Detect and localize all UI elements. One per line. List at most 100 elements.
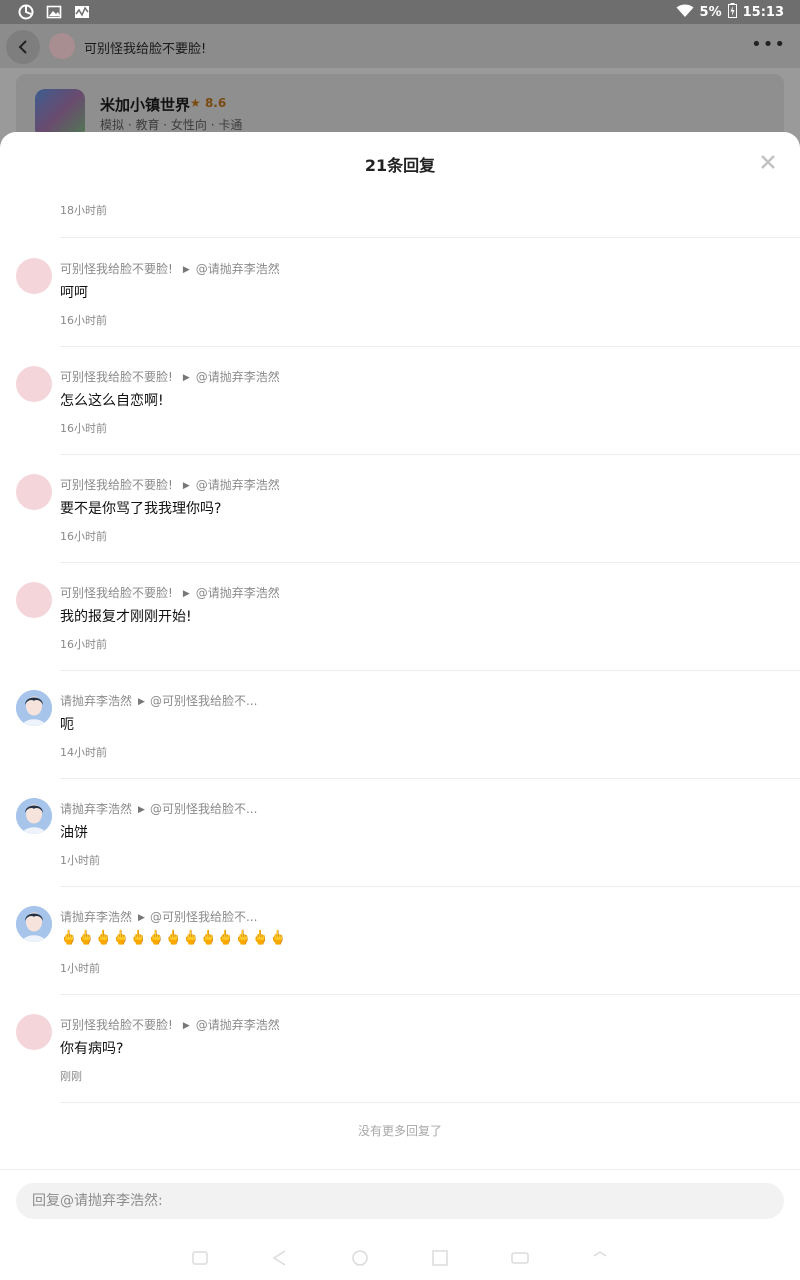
star-icon: ★ (190, 96, 201, 110)
avatar (49, 33, 75, 59)
reply-meta: 请抛弃李浩然 ▶ @可别怪我给脸不... (60, 692, 257, 709)
avatar[interactable] (16, 798, 52, 834)
avatar[interactable] (16, 474, 52, 510)
reply-time: 16小时前 (60, 638, 107, 651)
divider (0, 1169, 800, 1170)
background-header: 可别怪我给脸不要脸! ••• (0, 24, 800, 68)
play-arrow-icon: ▶ (138, 805, 145, 815)
reply-content: 你有病吗? (60, 1041, 124, 1057)
image-icon (46, 4, 62, 20)
keyboard-icon[interactable] (510, 1248, 530, 1268)
list-item[interactable]: 可别怪我给脸不要脸! ▶ @请抛弃李浩然 你有病吗? 刚刚 (0, 994, 800, 1103)
reply-time: 1小时前 (60, 854, 100, 867)
reply-content: 怎么这么自恋啊! (60, 393, 164, 409)
avatar[interactable] (16, 906, 52, 942)
reply-target[interactable]: @请抛弃李浩然 (196, 370, 280, 384)
list-item[interactable]: 可别怪我给脸不要脸! ▶ @请抛弃李浩然 怎么这么自恋啊! 16小时前 (0, 346, 800, 455)
reply-time: 1小时前 (60, 962, 100, 975)
app-tags: 模拟 · 教育 · 女性向 · 卡通 (100, 118, 243, 132)
avatar[interactable] (16, 1014, 52, 1050)
person-avatar-icon (16, 798, 52, 834)
nav-back-icon[interactable] (270, 1248, 290, 1268)
reply-content: 要不是你骂了我我理你吗? (60, 501, 222, 517)
reply-time: 18小时前 (60, 204, 107, 217)
list-item[interactable]: 可别怪我给脸不要脸! ▶ @请抛弃李浩然 我的报复才刚刚开始! 16小时前 (0, 562, 800, 671)
reply-meta: 可别怪我给脸不要脸! ▶ @请抛弃李浩然 (60, 368, 280, 385)
reply-target[interactable]: @可别怪我给脸不... (150, 802, 257, 816)
nav-extra-icon[interactable] (590, 1248, 610, 1268)
battery-percent: 5% (699, 5, 722, 20)
app-rating: ★ 8.6 (190, 96, 227, 110)
reply-time: 16小时前 (60, 422, 107, 435)
person-avatar-icon (16, 690, 52, 726)
reply-content: 油饼 (60, 825, 88, 841)
reply-content: 呵呵 (60, 285, 88, 301)
reply-time: 16小时前 (60, 314, 107, 327)
reply-author[interactable]: 请抛弃李浩然 (60, 910, 132, 924)
nav-home-icon[interactable] (350, 1248, 370, 1268)
screenshot-icon[interactable] (190, 1248, 210, 1268)
play-arrow-icon: ▶ (182, 481, 190, 491)
list-item[interactable]: 请抛弃李浩然 ▶ @可别怪我给脸不... 🖕🖕🖕🖕🖕🖕🖕🖕🖕🖕🖕🖕🖕 1小时前 (0, 886, 800, 995)
divider (60, 1102, 800, 1103)
list-item[interactable]: 可别怪我给脸不要脸! ▶ @请抛弃李浩然 要不是你骂了我我理你吗? 16小时前 (0, 454, 800, 563)
sync-icon (18, 4, 34, 20)
header-title: 可别怪我给脸不要脸! (84, 42, 207, 57)
reply-content: 呃 (60, 717, 74, 733)
play-arrow-icon: ▶ (182, 265, 190, 275)
nav-recents-icon[interactable] (430, 1248, 450, 1268)
reply-meta: 可别怪我给脸不要脸! ▶ @请抛弃李浩然 (60, 476, 280, 493)
avatar[interactable] (16, 690, 52, 726)
reply-author[interactable]: 请抛弃李浩然 (60, 802, 132, 816)
reply-meta: 请抛弃李浩然 ▶ @可别怪我给脸不... (60, 800, 257, 817)
person-avatar-icon (16, 906, 52, 942)
reply-target[interactable]: @可别怪我给脸不... (150, 694, 257, 708)
avatar[interactable] (16, 258, 52, 294)
play-arrow-icon: ▶ (138, 697, 145, 707)
list-item[interactable]: 请抛弃李浩然 ▶ @可别怪我给脸不... 呃 14小时前 (0, 670, 800, 779)
reply-time: 16小时前 (60, 530, 107, 543)
list-item[interactable]: 请抛弃李浩然 ▶ @可别怪我给脸不... 油饼 1小时前 (0, 778, 800, 887)
play-arrow-icon: ▶ (182, 589, 190, 599)
wifi-icon (676, 4, 694, 22)
reply-input[interactable] (16, 1183, 784, 1219)
reply-author[interactable]: 可别怪我给脸不要脸! (60, 262, 173, 276)
reply-author[interactable]: 可别怪我给脸不要脸! (60, 370, 173, 384)
chevron-left-icon (18, 40, 27, 54)
reply-target[interactable]: @请抛弃李浩然 (196, 478, 280, 492)
reply-target[interactable]: @请抛弃李浩然 (196, 262, 280, 276)
back-button[interactable] (6, 30, 40, 64)
reply-list: 可别怪我给脸不要脸! ▶ @请抛弃李浩然 呵呵 16小时前 可别怪我给脸不要脸! ▶ @… (0, 238, 800, 1103)
reply-author[interactable]: 可别怪我给脸不要脸! (60, 1018, 173, 1032)
close-button[interactable] (756, 150, 780, 174)
avatar[interactable] (16, 366, 52, 402)
list-item[interactable]: 可别怪我给脸不要脸! ▶ @请抛弃李浩然 呵呵 16小时前 (0, 238, 800, 347)
reply-author[interactable]: 可别怪我给脸不要脸! (60, 586, 173, 600)
reply-time: 刚刚 (60, 1070, 82, 1083)
status-bar: 5% 15:13 (0, 0, 800, 24)
avatar[interactable] (16, 582, 52, 618)
play-arrow-icon: ▶ (138, 913, 145, 923)
close-icon (761, 155, 775, 169)
no-more-replies-label: 没有更多回复了 (357, 1124, 442, 1138)
battery-charging-icon (727, 3, 737, 22)
replies-sheet: 21条回复 18小时前 可别怪我给脸不要脸! ▶ @请抛弃李浩然 呵呵 16小时前 … (0, 132, 800, 1280)
reply-time: 14小时前 (60, 746, 107, 759)
reply-content: 我的报复才刚刚开始! (60, 609, 192, 625)
reply-meta: 可别怪我给脸不要脸! ▶ @请抛弃李浩然 (60, 260, 280, 277)
clock: 15:13 (742, 5, 784, 20)
reply-meta: 可别怪我给脸不要脸! ▶ @请抛弃李浩然 (60, 584, 280, 601)
reply-author[interactable]: 请抛弃李浩然 (60, 694, 132, 708)
reply-target[interactable]: @请抛弃李浩然 (196, 1018, 280, 1032)
system-nav-bar (0, 1236, 800, 1280)
reply-target[interactable]: @请抛弃李浩然 (196, 586, 280, 600)
reply-target[interactable]: @可别怪我给脸不... (150, 910, 257, 924)
reply-author[interactable]: 可别怪我给脸不要脸! (60, 478, 173, 492)
reply-content: 🖕🖕🖕🖕🖕🖕🖕🖕🖕🖕🖕🖕🖕 (60, 930, 287, 946)
play-arrow-icon: ▶ (182, 1021, 190, 1031)
reply-meta: 请抛弃李浩然 ▶ @可别怪我给脸不... (60, 908, 257, 925)
sheet-title: 21条回复 (364, 156, 436, 175)
app-name: 米加小镇世界 (100, 96, 191, 114)
activity-icon (74, 4, 90, 20)
more-icon[interactable]: ••• (751, 34, 786, 55)
